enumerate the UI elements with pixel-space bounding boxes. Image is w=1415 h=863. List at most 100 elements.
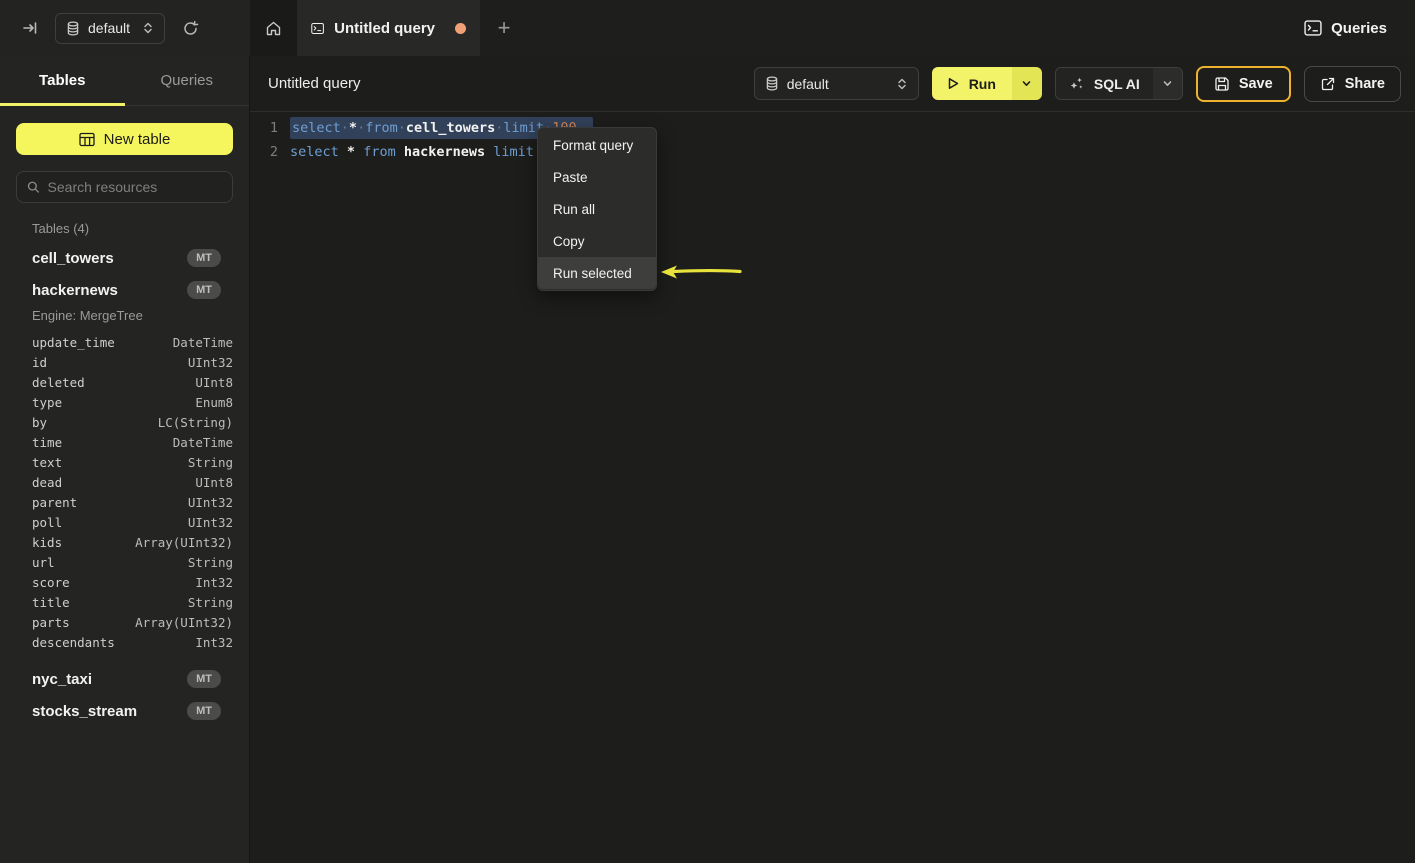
save-icon — [1214, 76, 1230, 92]
menu-item-format-query[interactable]: Format query — [538, 129, 656, 161]
column-name: descendants — [32, 636, 115, 650]
table-row-hackernews[interactable]: hackernews MT — [16, 274, 233, 306]
column-row: id UInt32 — [16, 353, 233, 373]
collapse-sidebar-icon — [22, 20, 38, 36]
refresh-icon — [182, 20, 199, 37]
column-name: text — [32, 456, 62, 470]
column-type: UInt8 — [195, 376, 233, 390]
column-row: byLC(String) — [16, 413, 233, 433]
topbar-database-selector[interactable]: default — [55, 13, 165, 44]
queries-button[interactable]: Queries — [1304, 20, 1387, 37]
run-button[interactable]: Run — [932, 67, 1012, 100]
share-label: Share — [1345, 76, 1385, 92]
queries-label: Queries — [1331, 20, 1387, 37]
code-line-2[interactable]: 2select * from hackernews limit — [250, 140, 1415, 164]
annotation-arrow — [660, 262, 744, 282]
refresh-button[interactable] — [180, 18, 201, 39]
column-name: dead — [32, 476, 62, 490]
new-table-button[interactable]: New table — [16, 123, 233, 155]
token-ws2 — [355, 144, 363, 160]
menu-item-run-selected[interactable]: Run selected — [538, 257, 656, 289]
column-name: poll — [32, 516, 62, 530]
column-name: update_time — [32, 336, 115, 350]
menu-item-copy[interactable]: Copy — [538, 225, 656, 257]
database-icon — [765, 76, 779, 91]
sql-editor[interactable]: 1select·*·from·cell_towers·limit·1002sel… — [250, 112, 1415, 164]
query-database-inner: default — [765, 76, 829, 92]
column-type: LC(String) — [158, 416, 233, 430]
column-row: urlString — [16, 553, 233, 573]
table-grid-icon — [79, 132, 95, 147]
query-database-selector[interactable]: default — [754, 67, 919, 100]
search-icon — [27, 180, 40, 194]
share-icon — [1320, 76, 1336, 92]
token-ws: · — [357, 120, 365, 136]
query-header: Untitled query default Run — [250, 56, 1415, 112]
sql-ai-caret[interactable] — [1153, 68, 1182, 99]
column-name: id — [32, 356, 47, 370]
play-icon — [946, 76, 960, 91]
table-row-stocks_stream[interactable]: stocks_stream MT — [16, 695, 233, 727]
main-panel: Untitled query default Run — [250, 56, 1415, 863]
new-tab-button[interactable]: + — [480, 0, 528, 56]
search-resources-input[interactable] — [48, 179, 222, 195]
columns-list-hackernews: update_timeDateTimeidUInt32deletedUInt8t… — [16, 331, 233, 663]
table-name: hackernews — [32, 282, 118, 299]
column-type: Int32 — [195, 576, 233, 590]
new-table-label: New table — [104, 131, 171, 148]
sidebar-tab-queries[interactable]: Queries — [125, 56, 250, 105]
column-row: kidsArray(UInt32) — [16, 533, 233, 553]
token-ws: · — [341, 120, 349, 136]
table-row-nyc_taxi[interactable]: nyc_taxiMT — [16, 663, 233, 695]
sql-ai-label: SQL AI — [1094, 76, 1140, 92]
tab-untitled-query[interactable]: Untitled query — [297, 0, 480, 56]
line-number: 1 — [264, 120, 278, 136]
sql-ai-split-button: SQL AI — [1055, 67, 1183, 100]
topbar-database-value: default — [88, 20, 130, 36]
column-row: deadUInt8 — [16, 473, 233, 493]
tables-list: cell_towersMThackernewsMTEngine: MergeTr… — [16, 242, 233, 727]
column-row: scoreInt32 — [16, 573, 233, 593]
column-type: UInt32 — [188, 516, 233, 530]
column-type: UInt32 — [188, 356, 233, 370]
run-split-button: Run — [932, 67, 1042, 100]
engine-badge: MT — [187, 281, 221, 299]
column-row: typeEnum8 — [16, 393, 233, 413]
table-name: stocks_stream — [32, 703, 137, 720]
menu-item-run-all[interactable]: Run all — [538, 193, 656, 225]
column-name: time — [32, 436, 62, 450]
code-line-1[interactable]: 1select·*·from·cell_towers·limit·100 — [250, 116, 1415, 140]
column-row: update_timeDateTime — [16, 333, 233, 353]
query-toolbar: default Run SQL AI — [754, 66, 1401, 102]
unsaved-dot — [455, 23, 466, 34]
menu-item-paste[interactable]: Paste — [538, 161, 656, 193]
sidebar-tab-tables[interactable]: Tables — [0, 56, 125, 105]
query-tab-icon — [311, 21, 324, 36]
code: select * from hackernews limit — [290, 144, 542, 160]
sql-ai-button[interactable]: SQL AI — [1056, 68, 1153, 99]
sparkles-icon — [1069, 76, 1085, 92]
column-type: Array(UInt32) — [135, 616, 233, 630]
share-button[interactable]: Share — [1304, 66, 1401, 102]
resources-panel: Tables (4) cell_towersMThackernewsMTEngi… — [0, 203, 249, 727]
home-tab[interactable] — [250, 0, 297, 56]
table-row-cell_towers[interactable]: cell_towersMT — [16, 242, 233, 274]
column-name: parts — [32, 616, 70, 630]
column-name: title — [32, 596, 70, 610]
token-kw: limit — [493, 144, 534, 160]
column-name: type — [32, 396, 62, 410]
table-name: cell_towers — [32, 250, 114, 267]
engine-badge: MT — [187, 702, 221, 720]
query-title: Untitled query — [268, 75, 361, 92]
sidebar: Tables Queries New table Tables (4) cell… — [0, 56, 250, 863]
column-name: kids — [32, 536, 62, 550]
context-menu: Format queryPasteRun allCopyRun selected — [537, 127, 657, 291]
collapse-sidebar-button[interactable] — [20, 18, 40, 38]
home-icon — [265, 20, 282, 37]
select-chevrons-icon — [896, 77, 908, 91]
token-op: * — [347, 144, 355, 160]
save-button[interactable]: Save — [1196, 66, 1291, 102]
search-resources-box[interactable] — [16, 171, 233, 203]
run-options-caret[interactable] — [1012, 67, 1042, 100]
token-ws2 — [339, 144, 347, 160]
